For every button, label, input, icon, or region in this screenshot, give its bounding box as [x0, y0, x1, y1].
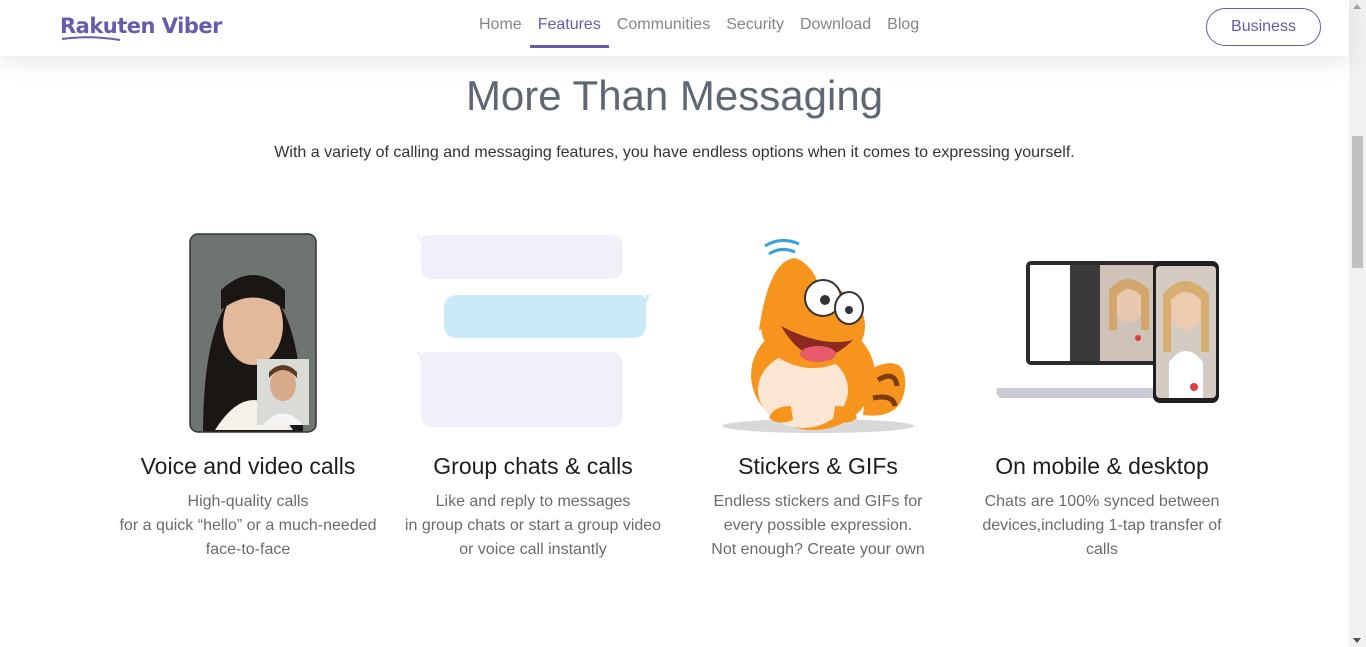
feature-description: Endless stickers and GIFs for every poss… [711, 493, 925, 558]
business-button[interactable]: Business [1206, 8, 1321, 46]
feature-title: On mobile & desktop [995, 453, 1209, 479]
feature-description: Chats are 100% synced between devices,in… [982, 493, 1222, 558]
scroll-thumb[interactable] [1352, 136, 1363, 268]
nav-download[interactable]: Download [792, 0, 879, 48]
chat-bubbles-image [388, 230, 678, 435]
feature-title: Voice and video calls [140, 453, 356, 479]
feature-title: Stickers & GIFs [738, 453, 898, 479]
main-nav: Home Features Communities Security Downl… [471, 0, 927, 56]
video-call-image [103, 230, 393, 435]
nav-communities[interactable]: Communities [609, 0, 718, 48]
feature-mobile-desktop: On mobile & desktop Chats are 100% synce… [957, 230, 1247, 562]
scroll-down-arrow-icon[interactable] [1353, 638, 1361, 643]
nav-blog[interactable]: Blog [879, 0, 927, 48]
site-header: Rakuten Viber Home Features Communities … [0, 0, 1349, 56]
nav-home[interactable]: Home [471, 0, 530, 48]
nav-security[interactable]: Security [718, 0, 792, 48]
rakuten-viber-logo[interactable]: Rakuten Viber [60, 14, 223, 38]
section-subtitle: With a variety of calling and messaging … [274, 144, 1075, 161]
feature-description: Like and reply to messages in group chat… [404, 493, 662, 558]
section-title: More Than Messaging [465, 72, 884, 119]
cat-sticker-image [673, 230, 963, 435]
feature-voice-video: Voice and video calls High-quality calls… [103, 230, 393, 562]
devices-image [957, 230, 1247, 435]
feature-title: Group chats & calls [433, 453, 633, 479]
feature-group-chats: Group chats & calls Like and reply to me… [388, 230, 678, 562]
feature-stickers: Stickers & GIFs Endless stickers and GIF… [673, 230, 963, 562]
scroll-up-arrow-icon[interactable] [1353, 4, 1361, 9]
logo-swoosh-icon [61, 36, 121, 41]
page-scrollbar[interactable] [1349, 0, 1366, 647]
feature-description: High-quality calls for a quick “hello” o… [119, 493, 377, 558]
nav-features[interactable]: Features [529, 0, 609, 48]
